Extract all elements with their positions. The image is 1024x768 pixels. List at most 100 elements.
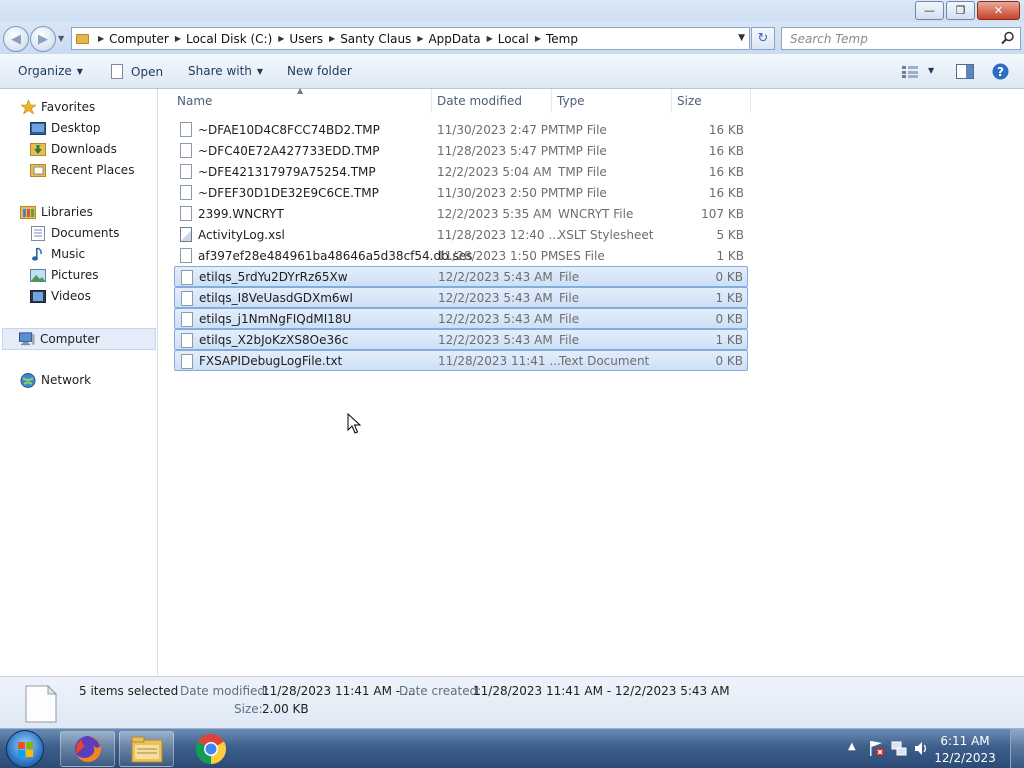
column-header-type[interactable]: Type: [553, 89, 672, 113]
taskbar-firefox[interactable]: [60, 731, 115, 767]
view-dropdown-icon[interactable]: ▼: [928, 66, 934, 75]
breadcrumb-santy-claus[interactable]: ▶ Santy Claus: [323, 28, 411, 49]
taskbar-explorer[interactable]: [119, 731, 174, 767]
nav-videos[interactable]: Videos: [30, 287, 91, 305]
start-button[interactable]: [6, 730, 44, 768]
file-row[interactable]: af397ef28e484961ba48646a5d38cf54.db.ses 1…: [174, 245, 748, 266]
chrome-icon: [195, 734, 227, 764]
nav-libraries[interactable]: Libraries: [20, 203, 93, 221]
column-header-size[interactable]: Size: [673, 89, 751, 113]
nav-music[interactable]: Music: [30, 245, 85, 263]
recent-pages-dropdown[interactable]: ▼: [58, 34, 64, 43]
nav-pictures[interactable]: Pictures: [30, 266, 99, 284]
close-button[interactable]: ✕: [977, 1, 1020, 20]
column-header-date-modified[interactable]: Date modified: [433, 89, 552, 113]
file-size: 107 KB: [701, 206, 744, 221]
file-row[interactable]: etilqs_I8VeUasdGDXm6wI 12/2/2023 5:43 AM F…: [174, 287, 748, 308]
volume-icon[interactable]: [913, 740, 930, 757]
file-row[interactable]: etilqs_5rdYu2DYrRz65Xw 12/2/2023 5:43 AM F…: [174, 266, 748, 287]
minimize-icon: —: [924, 4, 935, 17]
open-button[interactable]: Open: [111, 64, 163, 79]
file-icon: [180, 227, 192, 242]
refresh-button[interactable]: ↻: [751, 27, 775, 50]
search-placeholder: Search Temp: [790, 32, 868, 46]
search-input[interactable]: Search Temp: [781, 27, 1021, 50]
nav-recent-places[interactable]: Recent Places: [30, 161, 134, 179]
address-dropdown-icon[interactable]: ▼: [738, 33, 745, 43]
file-size: 1 KB: [715, 290, 743, 305]
nav-favorites[interactable]: Favorites: [20, 98, 95, 116]
file-row[interactable]: 2399.WNCRYT 12/2/2023 5:35 AM WNCRYT File 1…: [174, 203, 748, 224]
help-icon[interactable]: ?: [992, 63, 1009, 80]
file-size: 0 KB: [715, 269, 743, 284]
share-with-button[interactable]: Share with ▼: [188, 64, 263, 78]
clock-date[interactable]: 12/2/2023: [930, 751, 1000, 765]
breadcrumb-temp[interactable]: ▶ Temp: [529, 28, 578, 49]
file-type: File: [559, 311, 580, 326]
file-size: 16 KB: [708, 143, 744, 158]
file-list: ~DFAE10D4C8FCC74BD2.TMP 11/30/2023 2:47 P…: [174, 119, 748, 371]
show-desktop-button[interactable]: [1010, 729, 1024, 768]
nav-downloads[interactable]: Downloads: [30, 140, 117, 158]
selection-count: 5 items selected: [79, 684, 179, 698]
back-button[interactable]: ◀: [3, 26, 29, 52]
organize-button[interactable]: Organize ▼: [18, 64, 83, 78]
show-hidden-icons-icon[interactable]: ▲: [848, 741, 856, 752]
forward-arrow-icon: ▶: [38, 31, 48, 47]
clock-time[interactable]: 6:11 AM: [935, 734, 995, 748]
breadcrumb-local[interactable]: ▶ Local: [481, 28, 529, 49]
details-pane: 5 items selected Date modified: 11/28/20…: [0, 676, 1024, 728]
taskbar-chrome[interactable]: [194, 732, 228, 766]
file-row[interactable]: etilqs_j1NmNgFIQdMI18U 12/2/2023 5:43 AM F…: [174, 308, 748, 329]
nav-desktop[interactable]: Desktop: [30, 119, 101, 137]
network-tray-icon[interactable]: [891, 740, 908, 757]
action-center-flag-icon[interactable]: [868, 740, 885, 757]
file-icon: [181, 354, 193, 369]
breadcrumb-appdata[interactable]: ▶ AppData: [411, 28, 480, 49]
breadcrumb-computer[interactable]: ▶ Computer: [92, 28, 169, 49]
file-date-modified: 11/30/2023 2:50 PM: [437, 185, 559, 200]
file-row[interactable]: ActivityLog.xsl 11/28/2023 12:40 ... XSLT …: [174, 224, 748, 245]
file-row[interactable]: ~DFAE10D4C8FCC74BD2.TMP 11/30/2023 2:47 P…: [174, 119, 748, 140]
nav-computer[interactable]: Computer: [2, 328, 156, 350]
address-bar[interactable]: ▶ Computer ▶ Local Disk (C:) ▶ Users ▶ Santy…: [71, 27, 750, 50]
file-date-modified: 11/28/2023 11:41 ...: [438, 353, 561, 368]
file-size: 1 KB: [715, 332, 743, 347]
file-row[interactable]: ~DFE421317979A75254.TMP 12/2/2023 5:04 AM…: [174, 161, 748, 182]
pictures-icon: [30, 268, 46, 282]
new-folder-button[interactable]: New folder: [287, 64, 352, 78]
maximize-button[interactable]: ❐: [946, 1, 975, 20]
file-size: 16 KB: [708, 164, 744, 179]
file-type: TMP File: [558, 143, 607, 158]
file-row[interactable]: etilqs_X2bJoKzXS8Oe36c 12/2/2023 5:43 AM F…: [174, 329, 748, 350]
view-options-icon[interactable]: [902, 66, 918, 78]
breadcrumb-users[interactable]: ▶ Users: [272, 28, 323, 49]
nav-documents[interactable]: Documents: [30, 224, 119, 242]
file-date-modified: 12/2/2023 5:43 AM: [438, 311, 553, 326]
forward-button[interactable]: ▶: [30, 26, 56, 52]
firefox-icon: [74, 736, 101, 762]
nav-network[interactable]: Network: [20, 371, 91, 389]
breadcrumb-local-disk[interactable]: ▶ Local Disk (C:): [169, 28, 272, 49]
file-date-modified: 12/2/2023 5:35 AM: [437, 206, 552, 221]
file-type: WNCRYT File: [558, 206, 634, 221]
file-size: 1 KB: [716, 248, 744, 263]
file-name: FXSAPIDebugLogFile.txt: [199, 353, 343, 368]
file-row[interactable]: ~DFC40E72A427733EDD.TMP 11/28/2023 5:47 P…: [174, 140, 748, 161]
file-type: TMP File: [558, 164, 607, 179]
file-type: File: [559, 332, 580, 347]
column-header-name[interactable]: Name: [173, 89, 432, 113]
file-icon: [181, 291, 193, 306]
file-row[interactable]: FXSAPIDebugLogFile.txt 11/28/2023 11:41 .…: [174, 350, 748, 371]
system-tray: ▲ 6:11 AM 12/2/2023: [834, 729, 1024, 768]
file-row[interactable]: ~DFEF30D1DE32E9C6CE.TMP 11/30/2023 2:50 P…: [174, 182, 748, 203]
file-date-modified: 12/2/2023 5:43 AM: [438, 332, 553, 347]
file-name: af397ef28e484961ba48646a5d38cf54.db.ses: [198, 248, 473, 263]
search-icon[interactable]: [1001, 31, 1015, 45]
preview-pane-icon[interactable]: [956, 64, 974, 79]
libraries-icon: [20, 205, 36, 219]
taskbar: ▲ 6:11 AM 12/2/2023: [0, 728, 1024, 768]
windows-logo-icon: [18, 742, 33, 757]
title-bar: — ❐ ✕: [0, 0, 1024, 22]
minimize-button[interactable]: —: [915, 1, 944, 20]
